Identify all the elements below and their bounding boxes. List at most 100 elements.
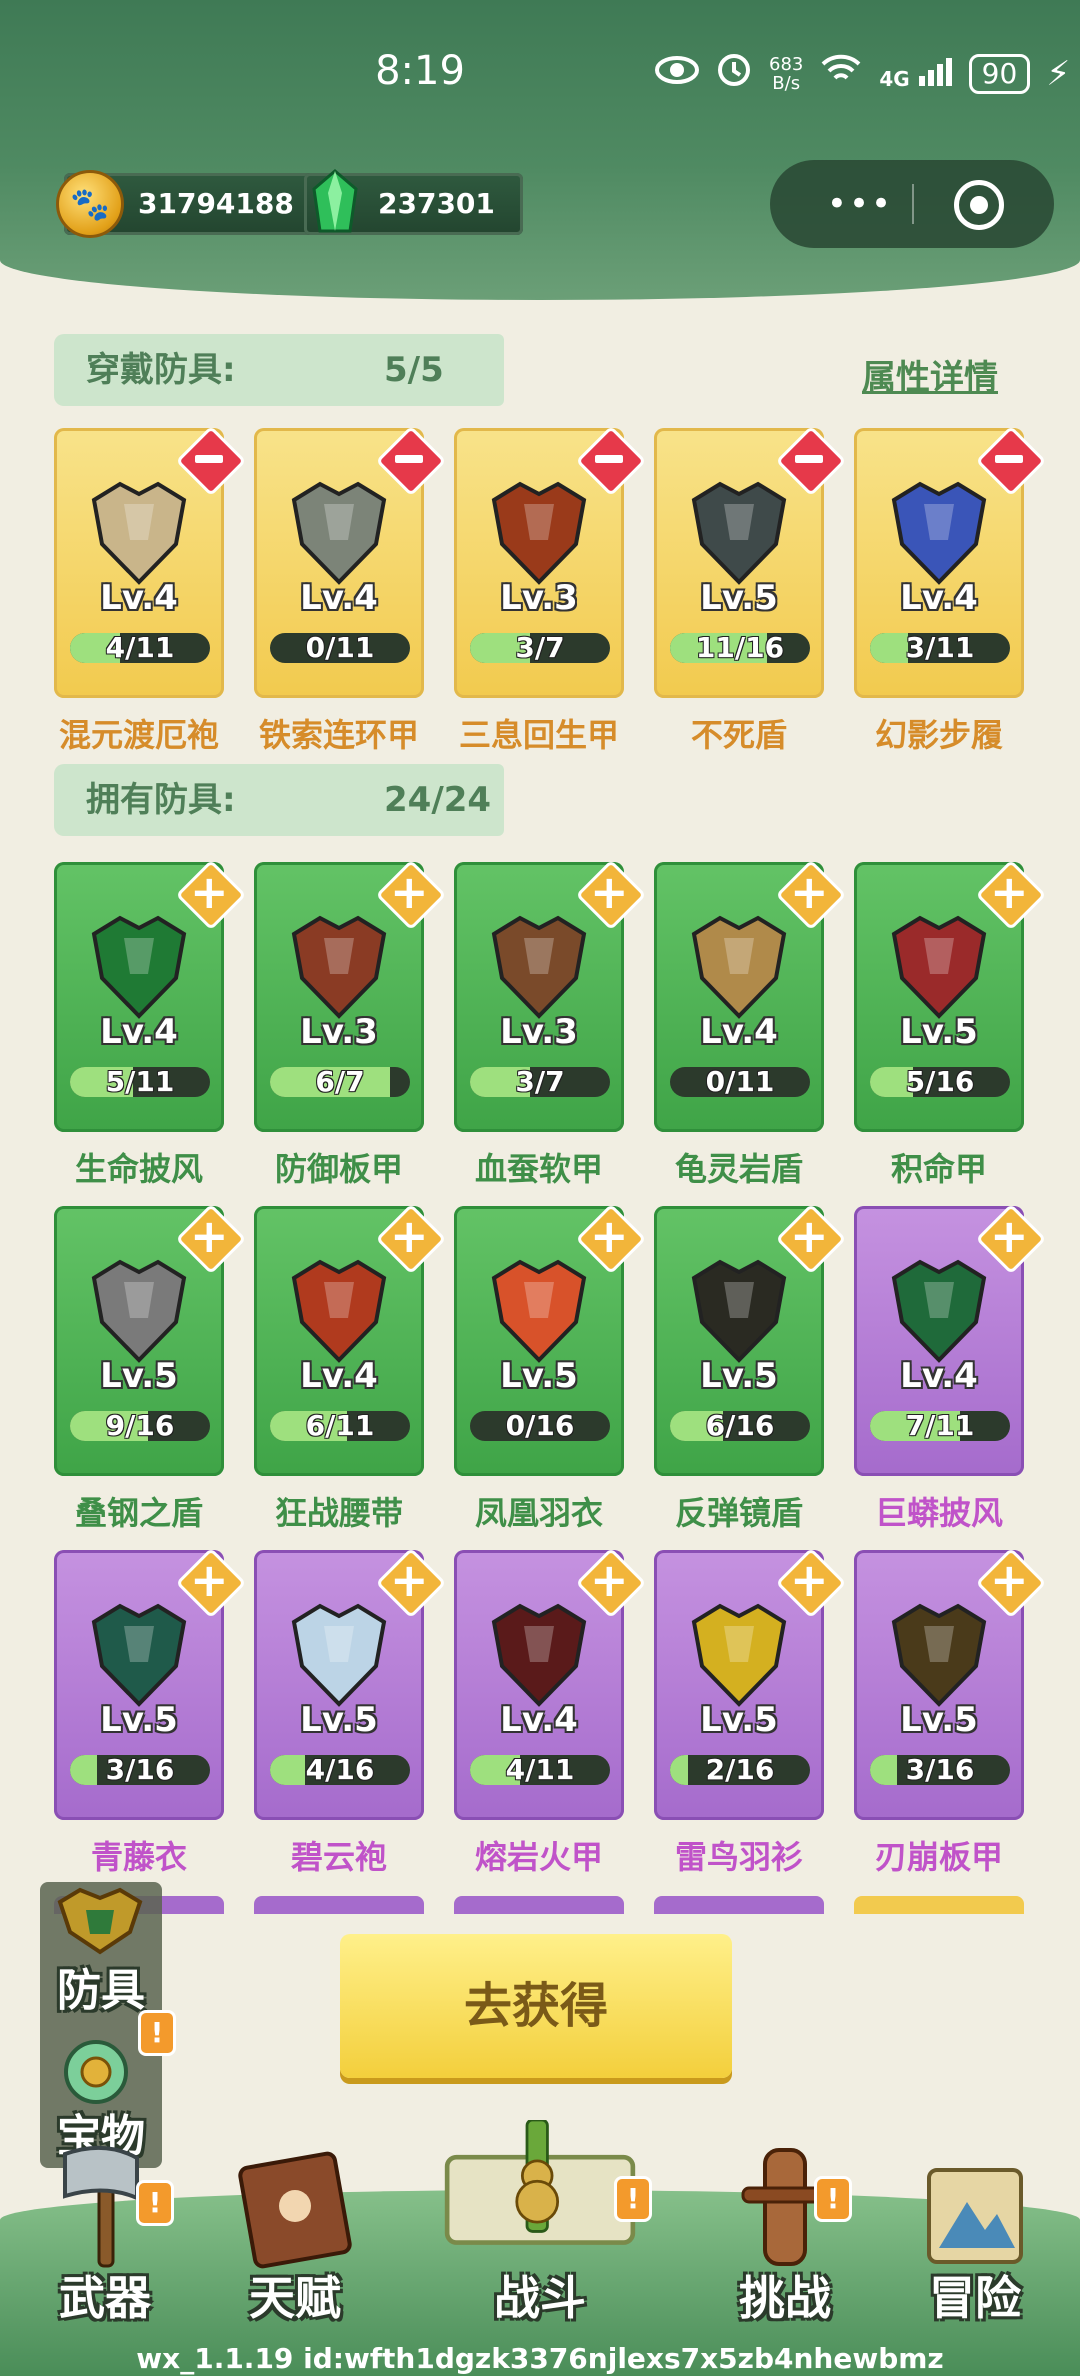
equip-button[interactable]: + bbox=[375, 1203, 447, 1275]
treasure-tab-icon bbox=[64, 2040, 128, 2104]
unequip-button[interactable] bbox=[175, 425, 247, 497]
armor-card[interactable]: Lv.5 0/16 + 凤凰羽衣 bbox=[454, 1203, 647, 1532]
equipped-label: 穿戴防具: 5/5 bbox=[54, 334, 504, 406]
phoenix-robe-icon bbox=[491, 1259, 587, 1363]
boots-icon bbox=[891, 481, 987, 585]
equip-button[interactable]: + bbox=[775, 1203, 847, 1275]
armor-name: 幻影步履 bbox=[874, 716, 1003, 754]
plus-icon: + bbox=[390, 1553, 429, 1607]
armor-card[interactable]: Lv.3 3/7 + 血蚕软甲 bbox=[454, 859, 647, 1188]
armor-name: 熔岩火甲 bbox=[474, 1838, 603, 1876]
plus-icon: + bbox=[190, 1553, 229, 1607]
armor-card[interactable]: Lv.4 4/11 + 熔岩火甲 bbox=[454, 1547, 647, 1876]
upgrade-progress-bar: 6/7 bbox=[270, 1067, 410, 1097]
eye-icon bbox=[655, 54, 699, 94]
minus-icon bbox=[195, 455, 223, 463]
plus-icon: + bbox=[790, 865, 829, 919]
obtain-button[interactable]: 去获得 bbox=[340, 1934, 732, 2078]
equip-button[interactable]: + bbox=[975, 859, 1047, 931]
armor-card[interactable]: Lv.4 5/11 + 生命披风 bbox=[54, 859, 247, 1188]
equip-button[interactable]: + bbox=[775, 1547, 847, 1619]
armor-card[interactable]: Lv.4 7/11 + 巨蟒披风 bbox=[854, 1203, 1047, 1532]
upgrade-progress-bar: 3/16 bbox=[870, 1755, 1010, 1785]
lava-armor-icon bbox=[491, 1603, 587, 1707]
equip-button[interactable]: + bbox=[575, 1547, 647, 1619]
armor-name: 不死盾 bbox=[690, 716, 787, 754]
minus-icon bbox=[795, 455, 823, 463]
armor-card[interactable]: Lv.4 6/11 + 狂战腰带 bbox=[254, 1203, 447, 1532]
equip-button[interactable]: + bbox=[375, 1547, 447, 1619]
armor-card[interactable]: Lv.5 2/16 + 雷鸟羽衫 bbox=[654, 1547, 847, 1876]
upgrade-progress-bar: 9/16 bbox=[70, 1411, 210, 1441]
armor-name: 血蚕软甲 bbox=[474, 1150, 603, 1188]
progress-text: 3/16 bbox=[105, 1755, 175, 1785]
armor-card[interactable]: Lv.4 3/11 幻影步履 bbox=[854, 425, 1047, 754]
armor-name: 雷鸟羽衫 bbox=[674, 1838, 803, 1876]
equip-button[interactable]: + bbox=[175, 1547, 247, 1619]
armor-card[interactable]: Lv.5 4/16 + 碧云袍 bbox=[254, 1547, 447, 1876]
equip-button[interactable]: + bbox=[975, 1203, 1047, 1275]
armor-name: 叠钢之盾 bbox=[74, 1494, 203, 1532]
progress-text: 0/11 bbox=[705, 1067, 775, 1097]
nav-label: 战斗 bbox=[494, 2271, 586, 2325]
nav-talent[interactable]: 天赋 bbox=[220, 2140, 370, 2370]
armor-level: Lv.4 bbox=[100, 1012, 178, 1052]
more-button[interactable]: ••• bbox=[810, 160, 910, 248]
equip-button[interactable]: + bbox=[175, 1203, 247, 1275]
progress-text: 2/16 bbox=[705, 1755, 775, 1785]
card-peek bbox=[654, 1896, 824, 1914]
nav-challenge[interactable]: 挑战 bbox=[710, 2140, 860, 2370]
armor-name: 龟灵岩盾 bbox=[674, 1150, 803, 1188]
unequip-button[interactable] bbox=[375, 425, 447, 497]
upgrade-progress-bar: 3/7 bbox=[470, 633, 610, 663]
skull-shield-icon bbox=[691, 481, 787, 585]
net-speed: 683 B/s bbox=[769, 53, 804, 94]
talent-book-icon bbox=[238, 2151, 352, 2269]
armor-card[interactable]: Lv.5 11/16 不死盾 bbox=[654, 425, 847, 754]
armor-name: 三息回生甲 bbox=[458, 716, 619, 754]
armor-card[interactable]: Lv.4 0/11 铁索连环甲 bbox=[254, 425, 447, 754]
nav-adventure[interactable]: 冒险 bbox=[900, 2140, 1050, 2370]
armor-name: 凤凰羽衣 bbox=[474, 1494, 603, 1532]
equip-button[interactable]: + bbox=[575, 1203, 647, 1275]
close-miniprogram-button[interactable] bbox=[954, 180, 1004, 230]
version-text: wx_1.1.19 id:wfth1dgzk3376njlexs7x5zb4nh… bbox=[136, 2342, 944, 2375]
equip-button[interactable]: + bbox=[175, 859, 247, 931]
upgrade-progress-bar: 2/16 bbox=[670, 1755, 810, 1785]
equip-button[interactable]: + bbox=[975, 1547, 1047, 1619]
plus-icon: + bbox=[990, 1209, 1029, 1263]
plus-icon: + bbox=[590, 865, 629, 919]
paw-coin-icon: 🐾 bbox=[56, 170, 124, 238]
equip-button[interactable]: + bbox=[375, 859, 447, 931]
progress-text: 9/16 bbox=[105, 1411, 175, 1441]
nav-battle[interactable]: 战斗 bbox=[444, 2120, 636, 2350]
armor-level: Lv.5 bbox=[700, 1700, 778, 1740]
side-tab-armor[interactable]: 防具 bbox=[40, 1882, 162, 2022]
armor-name: 碧云袍 bbox=[290, 1838, 387, 1876]
armor-card[interactable]: Lv.3 3/7 三息回生甲 bbox=[454, 425, 647, 754]
equip-button[interactable]: + bbox=[775, 859, 847, 931]
armor-card[interactable]: Lv.5 5/16 + 积命甲 bbox=[854, 859, 1047, 1188]
unequip-button[interactable] bbox=[575, 425, 647, 497]
armor-card[interactable]: Lv.4 0/11 + 龟灵岩盾 bbox=[654, 859, 847, 1188]
unequip-button[interactable] bbox=[775, 425, 847, 497]
armor-card[interactable]: Lv.4 4/11 混元渡厄袍 bbox=[54, 425, 247, 754]
status-bar: 8:19 683 B/s 4G 90 ⚡ bbox=[0, 40, 1080, 120]
armor-level: Lv.4 bbox=[300, 1356, 378, 1396]
armor-card[interactable]: Lv.5 9/16 + 叠钢之盾 bbox=[54, 1203, 247, 1532]
equip-button[interactable]: + bbox=[575, 859, 647, 931]
nav-weapon[interactable]: 武器 bbox=[30, 2140, 180, 2370]
unequip-button[interactable] bbox=[975, 425, 1047, 497]
attribute-details-link[interactable]: 属性详情 bbox=[862, 350, 998, 399]
equipped-count: 5/5 bbox=[384, 350, 444, 390]
challenge-alert-badge: ! bbox=[814, 2176, 852, 2222]
armor-card[interactable]: Lv.3 6/7 + 防御板甲 bbox=[254, 859, 447, 1188]
upgrade-progress-bar: 7/11 bbox=[870, 1411, 1010, 1441]
armor-card[interactable]: Lv.5 3/16 + 青藤衣 bbox=[54, 1547, 247, 1876]
armor-card[interactable]: Lv.5 3/16 + 刃崩板甲 bbox=[854, 1547, 1047, 1876]
progress-text: 7/11 bbox=[905, 1411, 975, 1441]
chain-armor-icon bbox=[291, 481, 387, 585]
plate-armor-icon bbox=[291, 915, 387, 1019]
round-shield-icon bbox=[691, 1259, 787, 1363]
armor-card[interactable]: Lv.5 6/16 + 反弹镜盾 bbox=[654, 1203, 847, 1532]
